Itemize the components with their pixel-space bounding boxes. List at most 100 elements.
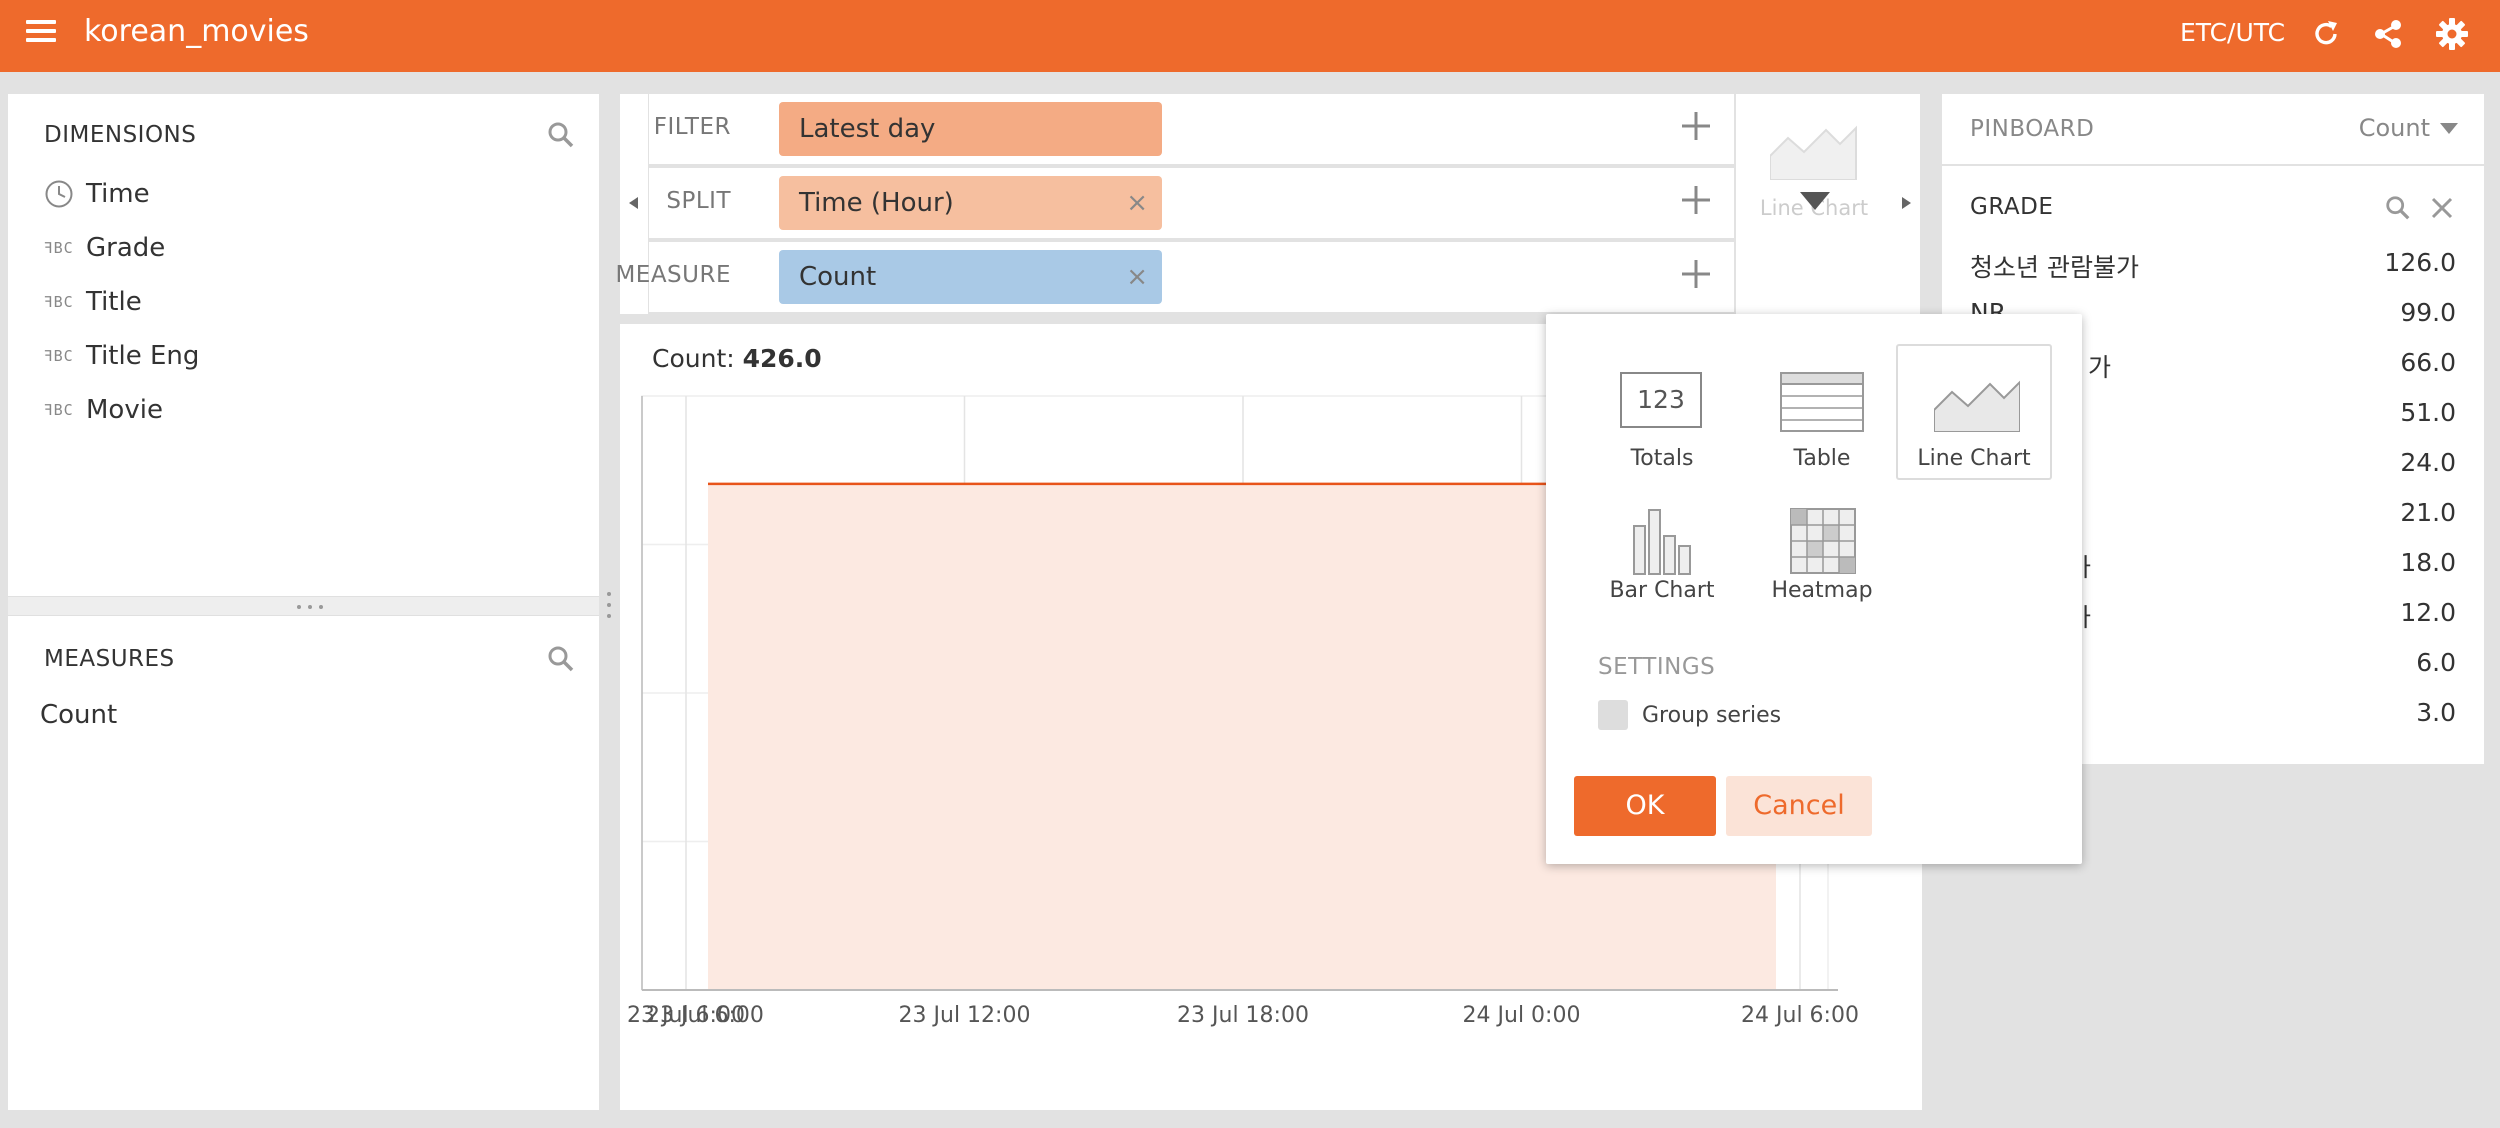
menu-icon[interactable]: [26, 18, 58, 52]
settings-icon[interactable]: [2432, 14, 2472, 54]
split-pill[interactable]: Time (Hour) ×: [779, 176, 1162, 230]
viz-option-table[interactable]: Table: [1744, 346, 1900, 482]
split-label: SPLIT: [666, 188, 731, 214]
add-filter-icon[interactable]: [1678, 108, 1714, 144]
filter-pill-label: Latest day: [799, 114, 936, 144]
pinboard-row[interactable]: 청소년 관람불가 126.0: [1970, 240, 2456, 290]
divider: [1942, 164, 2484, 166]
chevron-right-icon: [1902, 197, 1911, 209]
visualization-selector[interactable]: Line Chart: [1736, 94, 1892, 314]
refresh-icon[interactable]: [2306, 14, 2346, 54]
pinboard-row-value: 6.0: [2416, 648, 2456, 677]
line-chart-icon: [1934, 380, 2020, 432]
pinboard-row-value: 18.0: [2400, 548, 2456, 577]
viz-option-line-chart[interactable]: Line Chart: [1896, 344, 2052, 480]
measure-pill[interactable]: Count ×: [779, 250, 1162, 304]
x-tick-label: 24 Jul 0:00: [1463, 1003, 1581, 1028]
dimension-item-title[interactable]: ꟻBC Title: [44, 282, 142, 322]
close-icon[interactable]: [2430, 196, 2454, 220]
pinboard-row-value: 99.0: [2400, 298, 2456, 327]
measures-search-icon[interactable]: [546, 644, 576, 674]
dimensions-heading: DIMENSIONS: [44, 122, 197, 148]
filter-label: FILTER: [653, 114, 731, 140]
timezone-selector[interactable]: ETC/UTC: [2180, 16, 2285, 50]
string-type-icon: ꟻBC: [44, 401, 74, 419]
pinboard-sort-dropdown[interactable]: Count: [2359, 114, 2458, 142]
caret-down-icon: [1800, 192, 1830, 210]
resize-handle-icon[interactable]: [295, 604, 325, 610]
viz-option-label: Heatmap: [1771, 578, 1873, 603]
pinboard-row-value: 3.0: [2416, 698, 2456, 727]
x-tick-label: 23 Jul 18:00: [1177, 1003, 1309, 1028]
pinboard-row-value: 12.0: [2400, 598, 2456, 627]
string-type-icon: ꟻBC: [44, 293, 74, 311]
bar-chart-icon: [1633, 509, 1691, 575]
add-split-icon[interactable]: [1678, 182, 1714, 218]
caret-down-icon: [2440, 122, 2458, 134]
measure-item-count[interactable]: Count: [40, 700, 117, 730]
pinboard-search-icon[interactable]: [2384, 194, 2412, 222]
vertical-resize-handle[interactable]: [605, 590, 613, 620]
pinboard-row-value: 126.0: [2384, 248, 2456, 277]
measures-heading: MEASURES: [44, 646, 175, 672]
line-chart-icon: [1770, 125, 1857, 180]
x-tick-label: 23 Jul 12:00: [899, 1003, 1031, 1028]
viz-option-label: Line Chart: [1917, 446, 2031, 471]
group-series-option[interactable]: Group series: [1598, 698, 1781, 732]
filter-pill[interactable]: Latest day: [779, 102, 1162, 156]
resize-handle-icon: [607, 592, 611, 618]
clock-icon: [44, 179, 78, 209]
pinboard-sort-label: Count: [2358, 114, 2430, 142]
add-measure-icon[interactable]: [1678, 256, 1714, 292]
panel-resizer[interactable]: [8, 596, 599, 616]
measure-pill-label: Count: [799, 262, 877, 292]
chevron-left-icon: [629, 197, 638, 209]
split-row: SPLIT Time (Hour) ×: [649, 168, 1734, 238]
pinboard-row-label: 청소년 관람불가: [1970, 253, 2139, 282]
dimension-label: Title: [86, 287, 142, 317]
ok-button[interactable]: OK: [1574, 776, 1716, 836]
pinboard-heading: PINBOARD: [1970, 116, 2095, 142]
shelf-scroll-right-button[interactable]: [1892, 94, 1920, 314]
dimension-label: Movie: [86, 395, 163, 425]
viz-option-label: Totals: [1630, 446, 1694, 471]
top-bar: korean_movies ETC/UTC: [0, 0, 2500, 72]
dimension-item-movie[interactable]: ꟻBC Movie: [44, 390, 163, 430]
pinboard-row-value: 51.0: [2400, 398, 2456, 427]
settings-heading: SETTINGS: [1598, 654, 1716, 680]
string-type-icon: ꟻBC: [44, 347, 74, 365]
pinboard-row-value: 66.0: [2400, 348, 2456, 377]
heatmap-icon: [1790, 508, 1856, 574]
table-icon: [1780, 372, 1864, 432]
cancel-button[interactable]: Cancel: [1726, 776, 1872, 836]
visualization-popup: 123 Totals Table Line Chart Bar Chart He…: [1546, 314, 2082, 864]
dimension-label: Time: [86, 179, 150, 209]
split-pill-label: Time (Hour): [799, 188, 954, 218]
pinboard-row-value: 21.0: [2400, 498, 2456, 527]
x-tick-label: 23 Jul 6:00: [646, 1003, 764, 1028]
measure-label: MEASURE: [615, 262, 731, 288]
group-series-checkbox[interactable]: [1598, 700, 1628, 730]
group-series-label: Group series: [1642, 702, 1782, 728]
totals-icon: 123: [1620, 372, 1702, 428]
measure-row: MEASURE Count ×: [615, 242, 1734, 312]
viz-option-label: Bar Chart: [1609, 578, 1715, 603]
viz-option-bar-chart[interactable]: Bar Chart: [1584, 490, 1740, 626]
filter-row: FILTER Latest day: [649, 94, 1734, 164]
dimension-item-title-eng[interactable]: ꟻBC Title Eng: [44, 336, 199, 376]
remove-split-icon[interactable]: ×: [1126, 176, 1148, 230]
dimension-label: Title Eng: [86, 341, 200, 371]
remove-measure-icon[interactable]: ×: [1126, 250, 1148, 304]
viz-option-totals[interactable]: 123 Totals: [1584, 346, 1740, 482]
pinboard-row-value: 24.0: [2400, 448, 2456, 477]
dimension-item-time[interactable]: Time: [44, 174, 150, 214]
app-title: korean_movies: [84, 14, 309, 49]
dimension-label: Grade: [86, 233, 166, 263]
x-tick-label: 24 Jul 6:00: [1741, 1003, 1859, 1028]
string-type-icon: ꟻBC: [44, 239, 74, 257]
dimensions-search-icon[interactable]: [546, 120, 576, 150]
dimension-item-grade[interactable]: ꟻBC Grade: [44, 228, 165, 268]
viz-option-heatmap[interactable]: Heatmap: [1744, 490, 1900, 626]
pinboard-row-label: 가: [2088, 353, 2112, 382]
share-icon[interactable]: [2368, 14, 2408, 54]
